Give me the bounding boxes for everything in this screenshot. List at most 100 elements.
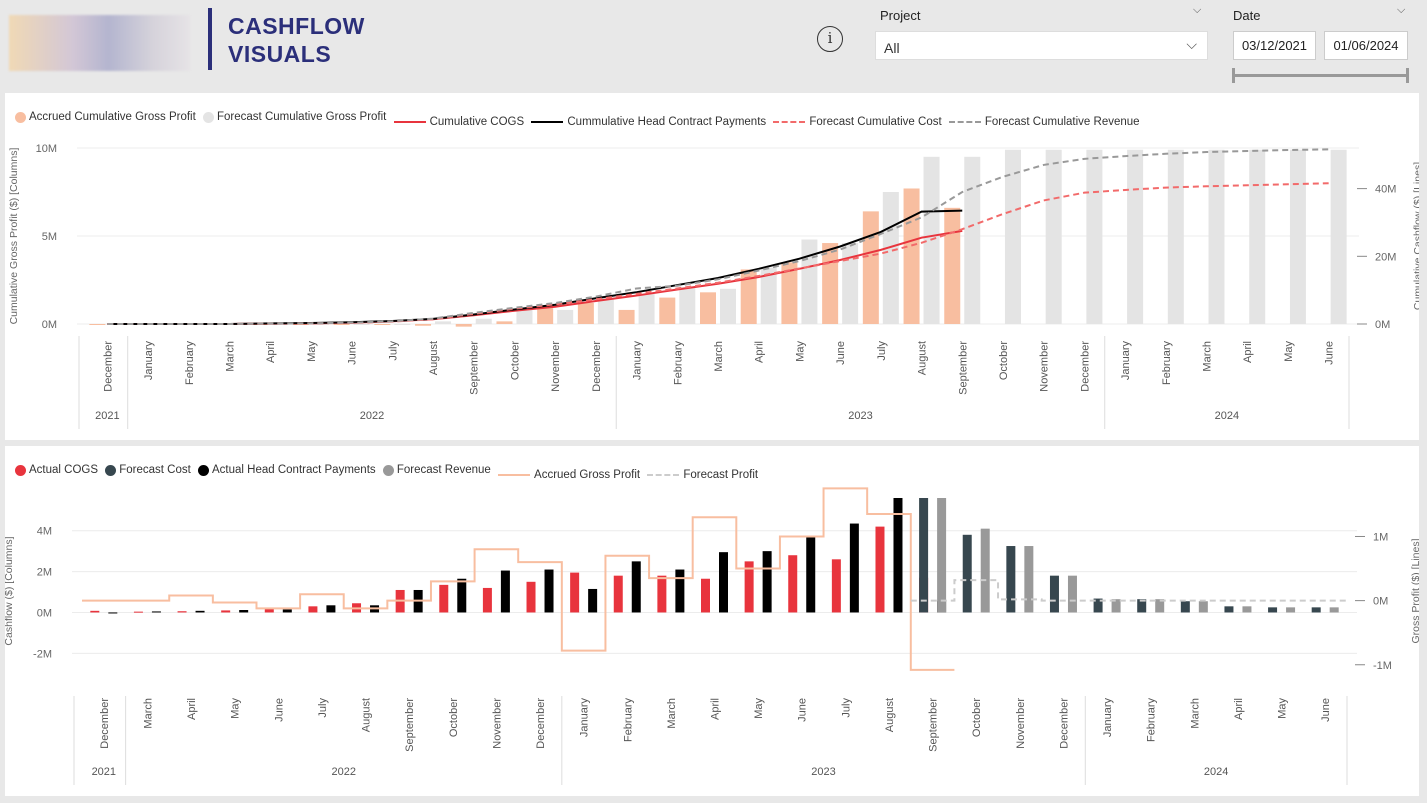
bar-forecast-cumulative-gross-profit (435, 321, 452, 324)
page-title: CASHFLOW VISUALS (228, 12, 428, 68)
y-tick-label-left: 10M (36, 143, 57, 155)
bar-actual-cogs (613, 575, 623, 613)
date-start-input[interactable]: 03/12/2021 (1233, 31, 1316, 60)
monthly-chart-panel: Actual COGS Forecast Cost Actual Head Co… (5, 446, 1419, 796)
bar-accrued-cumulative-gross-profit (862, 211, 879, 324)
y-tick-label-left: 5M (42, 231, 57, 243)
bar-forecast-revenue (980, 528, 990, 613)
x-tick-label: September (404, 698, 416, 752)
x-tick-label: May (794, 341, 806, 362)
x-tick-label: January (1120, 341, 1132, 381)
bar-forecast-cumulative-gross-profit (475, 318, 492, 324)
x-tick-label: January (1102, 698, 1114, 738)
project-dropdown[interactable]: All ⌵ (875, 31, 1208, 60)
x-tick-label: April (1233, 698, 1245, 720)
bar-forecast-cost (919, 498, 929, 613)
date-end-input[interactable]: 01/06/2024 (1324, 31, 1408, 60)
bar-actual-head-contract-payments (719, 552, 728, 613)
x-tick-label: November (550, 341, 562, 392)
x-tick-label: February (672, 341, 684, 386)
x-tick-label: March (666, 698, 678, 729)
x-year-label: 2021 (92, 766, 116, 778)
y-axis-title-right: Gross Profit ($) [Lines] (1410, 538, 1419, 643)
x-tick-label: March (713, 341, 725, 372)
bar-forecast-cumulative-gross-profit (964, 156, 981, 324)
bar-accrued-cumulative-gross-profit (822, 243, 839, 324)
bar-forecast-cumulative-gross-profit (882, 192, 899, 324)
bar-forecast-cumulative-gross-profit (720, 288, 736, 324)
bar-accrued-cumulative-gross-profit (700, 292, 716, 324)
bar-accrued-cumulative-gross-profit (618, 309, 635, 324)
bar-forecast-cumulative-gross-profit (1167, 149, 1184, 324)
bar-actual-cogs (657, 575, 667, 613)
x-tick-label: April (186, 698, 198, 720)
x-tick-label: December (1079, 341, 1091, 392)
bar-actual-cogs (221, 610, 231, 613)
bar-actual-cogs (133, 611, 143, 613)
project-collapse-chevron-icon[interactable]: ⌵ (1193, 4, 1201, 17)
info-icon[interactable]: i (817, 26, 843, 52)
bar-actual-cogs (439, 584, 449, 613)
bar-accrued-cumulative-gross-profit (333, 324, 350, 325)
x-tick-label: November (491, 698, 503, 749)
bar-forecast-cost (1268, 607, 1278, 613)
x-tick-label: July (840, 698, 852, 718)
bar-forecast-revenue (1329, 607, 1339, 613)
bar-actual-head-contract-payments (195, 610, 205, 613)
bar-forecast-cost (1006, 546, 1016, 613)
x-tick-label: January (143, 341, 155, 381)
bar-accrued-cumulative-gross-profit (455, 324, 472, 327)
x-tick-label: March (1202, 341, 1214, 372)
x-tick-label: June (273, 698, 285, 722)
y-tick-label-left: 4M (37, 526, 52, 538)
title-line-1: CASHFLOW (228, 13, 365, 39)
bar-actual-cogs (570, 572, 580, 613)
date-range-slider[interactable] (1234, 74, 1408, 77)
x-tick-label: August (361, 698, 373, 732)
bar-accrued-cumulative-gross-profit (903, 188, 920, 324)
x-tick-label: April (754, 341, 766, 363)
bar-actual-cogs (875, 526, 885, 613)
bar-forecast-cumulative-gross-profit (394, 324, 411, 325)
chevron-down-icon: ⌵ (1186, 36, 1197, 52)
line-forecast-cumulative-cost (107, 182, 1329, 325)
bar-actual-cogs (482, 587, 492, 613)
x-tick-label: January (632, 341, 644, 381)
x-tick-label: December (535, 698, 547, 749)
x-year-label: 2024 (1215, 410, 1239, 422)
bar-forecast-cumulative-gross-profit (1289, 149, 1306, 324)
bar-actual-cogs (526, 581, 536, 613)
y-tick-label-right: 1M (1373, 531, 1388, 543)
x-tick-label: May (1277, 698, 1289, 719)
bar-forecast-revenue (1067, 575, 1077, 613)
bar-actual-head-contract-payments (588, 588, 598, 613)
x-tick-label: October (509, 341, 521, 380)
bar-accrued-cumulative-gross-profit (537, 308, 554, 324)
bar-forecast-cumulative-gross-profit (1086, 149, 1103, 324)
bar-forecast-cumulative-gross-profit (1045, 149, 1062, 324)
x-tick-label: June (1324, 341, 1336, 365)
bar-forecast-revenue (1198, 601, 1208, 613)
y-tick-label-right: 20M (1375, 251, 1396, 263)
y-tick-label-left: 2M (37, 567, 52, 579)
x-tick-label: February (1161, 341, 1173, 386)
title-divider (208, 8, 212, 70)
bar-forecast-cumulative-gross-profit (516, 309, 533, 324)
bar-actual-cogs (831, 559, 841, 613)
date-slider-end-handle[interactable] (1406, 68, 1409, 83)
date-slider-start-handle[interactable] (1232, 68, 1235, 83)
x-tick-label: December (102, 341, 114, 392)
x-tick-label: August (884, 698, 896, 732)
bar-forecast-revenue (937, 498, 947, 613)
bar-forecast-cost (962, 534, 972, 613)
bar-actual-head-contract-payments (544, 569, 554, 613)
x-tick-label: October (971, 698, 983, 737)
bar-accrued-cumulative-gross-profit (374, 324, 391, 325)
bar-forecast-cumulative-gross-profit (597, 297, 614, 324)
monthly-chart-plot: -2M 0M 2M 4M -1M 0M 1M Cashflow ($) [Columns] Gr… (5, 487, 1419, 785)
title-line-2: VISUALS (228, 41, 332, 67)
line-forecast-cumulative-revenue (107, 148, 1329, 325)
y-axis-title-right: Cumulative Cashflow ($) [Lines] (1412, 162, 1419, 310)
date-collapse-chevron-icon[interactable]: ⌵ (1397, 4, 1405, 17)
bar-accrued-cumulative-gross-profit (577, 302, 594, 324)
